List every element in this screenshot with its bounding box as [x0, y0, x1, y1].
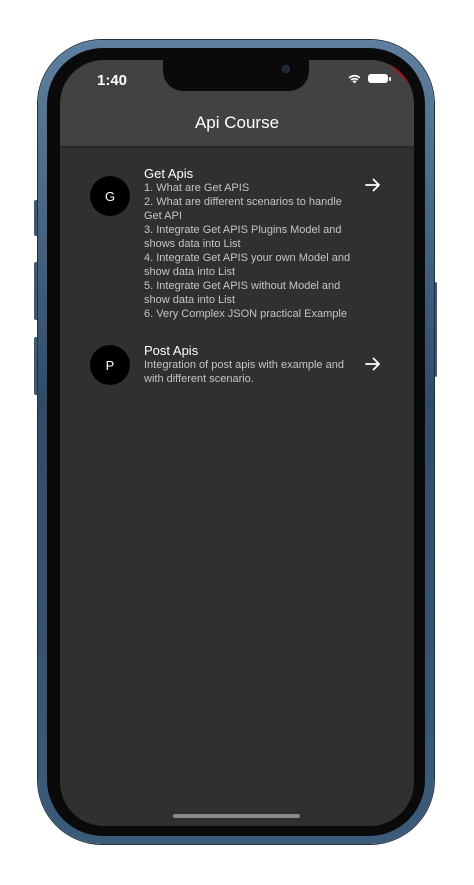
list-item-title: Get Apis — [144, 166, 194, 181]
list-item-post-apis[interactable]: P Post Apis Integration of post apis wit… — [60, 340, 414, 390]
list-item-subtitle: Integration of post apis with example an… — [144, 359, 344, 385]
battery-icon — [368, 74, 391, 83]
status-time: 1:40 — [97, 72, 128, 89]
wifi-icon — [348, 74, 361, 84]
status-icons — [347, 73, 391, 84]
list-item-title: Post Apis — [144, 343, 199, 358]
home-indicator[interactable] — [173, 814, 300, 818]
list-item-subtitle: 1. What are Get APIS 2. What are differe… — [144, 182, 351, 320]
front-camera — [282, 65, 290, 73]
avatar: G — [90, 176, 130, 216]
app-bar: 1:40 Api Course — [60, 60, 414, 146]
avatar: P — [90, 345, 130, 385]
list-item-get-apis[interactable]: G Get Apis 1. What are Get APIS 2. What … — [60, 160, 414, 350]
page-title: Api Course — [194, 113, 280, 132]
arrow-forward-icon[interactable] — [364, 355, 382, 373]
notch — [163, 60, 309, 91]
arrow-forward-icon[interactable] — [364, 176, 382, 194]
phone-screen: 1:40 Api Course DEBUG G Get Apis 1. What… — [60, 60, 414, 826]
